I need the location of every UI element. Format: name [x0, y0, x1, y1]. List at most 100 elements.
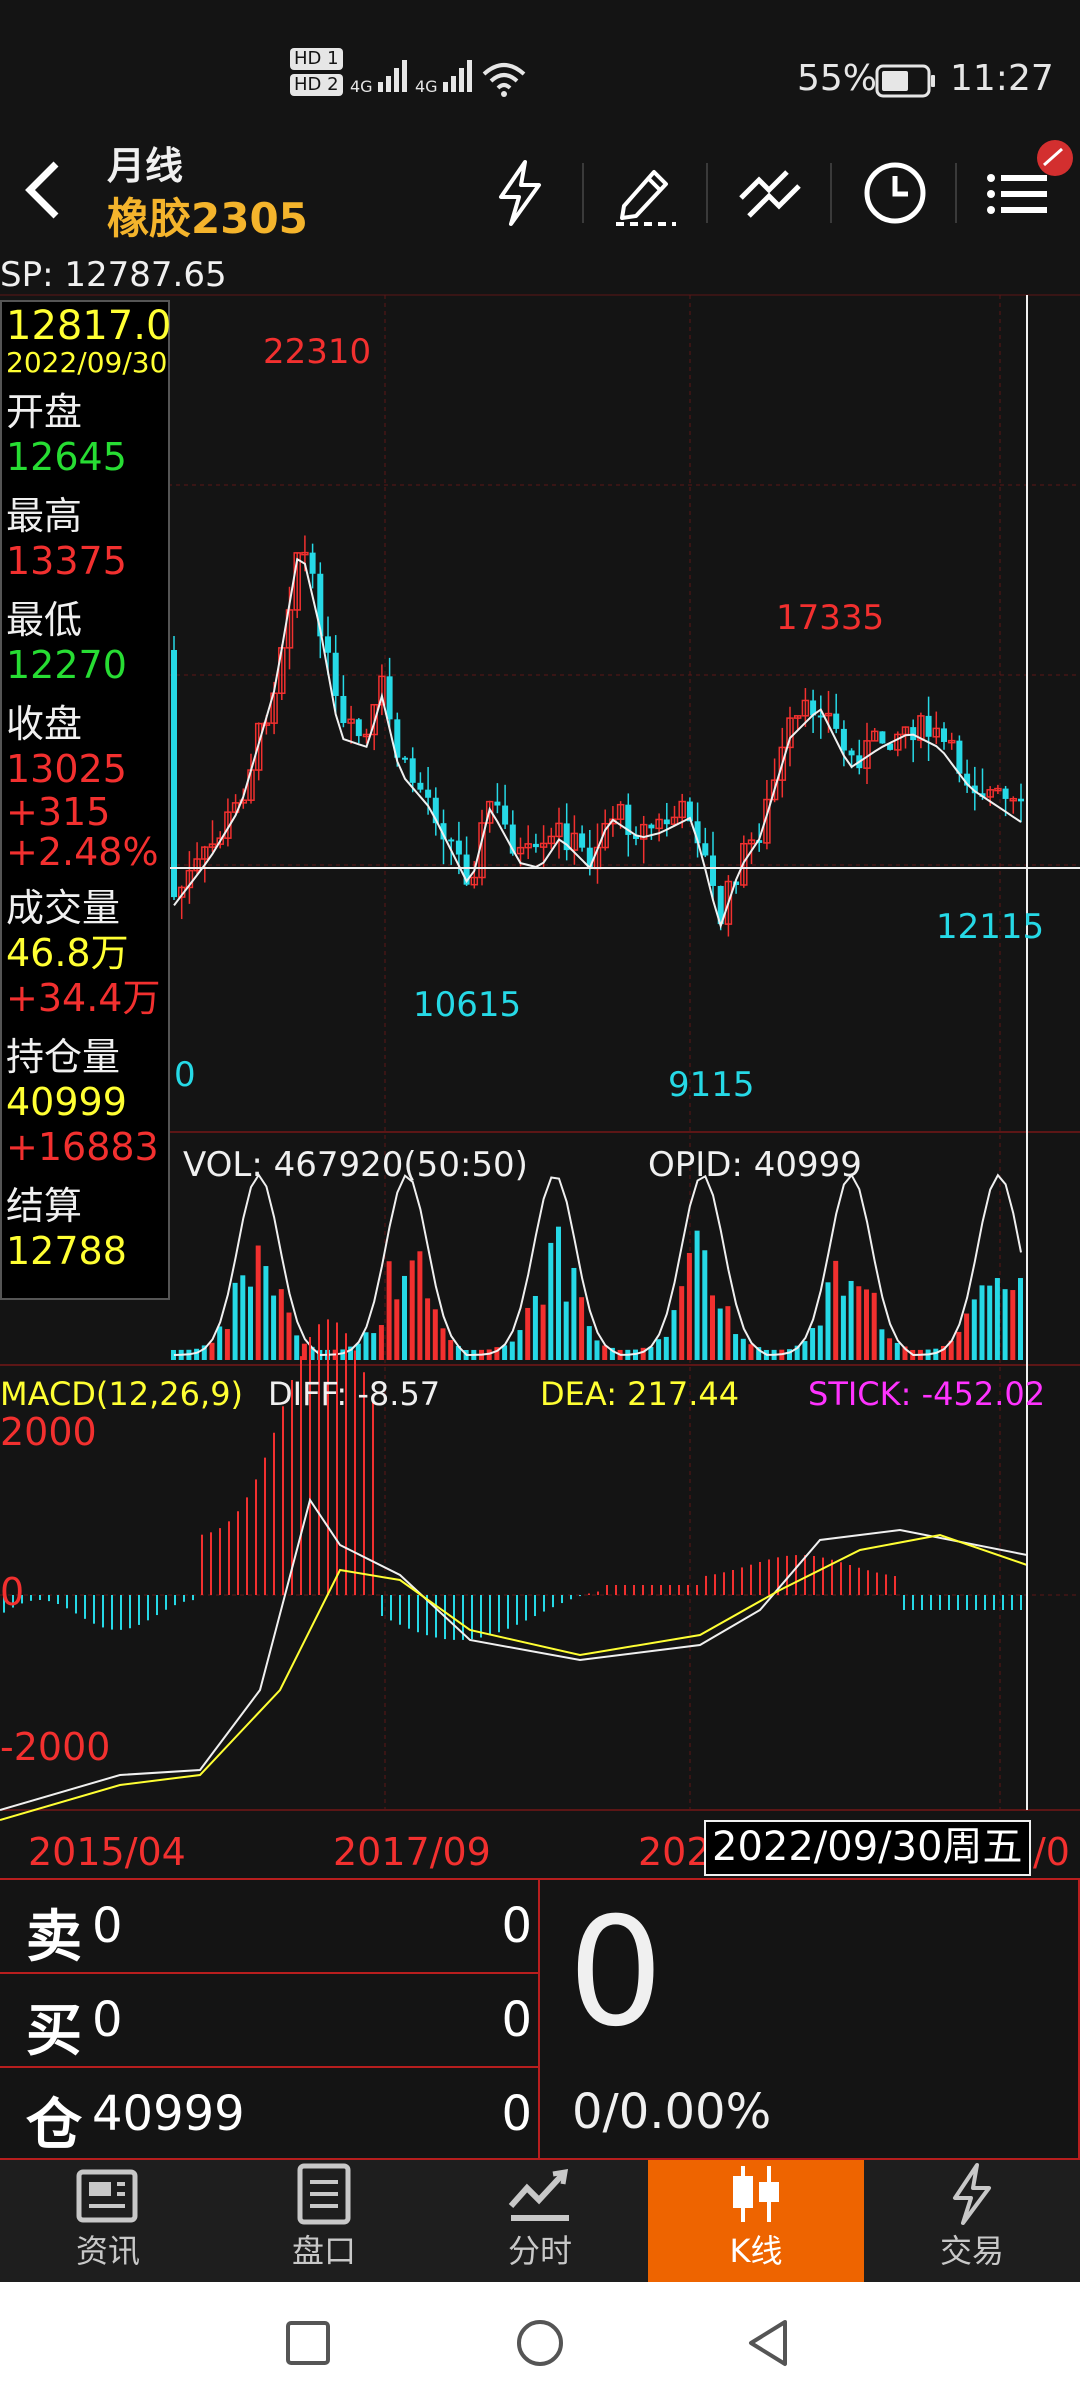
volume-bar: [240, 1275, 246, 1360]
hd2-badge: HD 2: [290, 74, 343, 96]
period-button[interactable]: [855, 153, 935, 233]
candle-body: [879, 731, 886, 744]
volume-bar: [301, 1343, 307, 1360]
notification-badge-icon: [1032, 135, 1078, 185]
nav-tab-news[interactable]: 资讯: [0, 2160, 216, 2282]
price-recent-low-label: 12115: [936, 907, 1045, 947]
candle-body: [494, 801, 501, 806]
info-date: 2022/09/30: [6, 346, 168, 379]
home-button[interactable]: [515, 2318, 565, 2372]
volume-bar: [502, 1345, 508, 1360]
date-axis-label: 202: [638, 1830, 711, 1874]
volume-bar: [663, 1336, 669, 1360]
candle-body: [425, 789, 432, 798]
wifi-icon: [482, 62, 526, 102]
candle-body: [925, 715, 932, 737]
volume-bar: [671, 1310, 677, 1360]
candle-body: [340, 695, 347, 724]
back-nav-button[interactable]: [745, 2318, 791, 2372]
status-bar: HD 1 HD 2 4G 4G 55% 11:27: [0, 0, 1080, 135]
candle-body: [417, 782, 424, 790]
order-book-icon: [297, 2163, 351, 2225]
volume-bar: [571, 1267, 577, 1360]
volume-bar: [355, 1343, 361, 1360]
volume-bar: [594, 1340, 600, 1360]
nav-tab-timeshare-label: 分时: [507, 2232, 572, 2270]
sell-row[interactable]: 卖 0 0: [0, 1880, 540, 1974]
bottom-navigation: 资讯 盘口 分时 K线 交易: [0, 2160, 1080, 2282]
flash-button[interactable]: [480, 153, 560, 233]
recent-apps-button[interactable]: [285, 2320, 331, 2370]
volume-bar: [255, 1245, 261, 1360]
nav-tab-orderbook[interactable]: 盘口: [216, 2160, 432, 2282]
volume-bar: [864, 1289, 869, 1360]
indicator-button[interactable]: [730, 153, 810, 233]
volume-bar: [548, 1242, 554, 1360]
position-value: 40999: [92, 2086, 245, 2142]
trend-lines-icon: [739, 170, 801, 218]
candle-body: [409, 758, 416, 783]
nav-tab-timeshare[interactable]: 分时: [432, 2160, 648, 2282]
candle-body: [455, 840, 462, 855]
candle-body: [332, 652, 339, 696]
nav-tab-kline[interactable]: K线: [648, 2160, 864, 2282]
header-divider: [582, 163, 584, 223]
volume-bar: [964, 1313, 970, 1360]
volume-bar: [394, 1299, 400, 1360]
open-interest-value: 40999: [6, 1080, 127, 1124]
volume-bar: [840, 1295, 846, 1360]
volume-bar: [810, 1328, 816, 1360]
sell-label: 卖: [26, 1905, 82, 1970]
candle-body: [910, 727, 917, 741]
candle-body: [386, 676, 393, 720]
signal-icon-2: 4G: [415, 58, 479, 96]
volume-bar: [748, 1344, 754, 1360]
square-icon: [286, 2321, 330, 2365]
candle-body: [532, 843, 539, 848]
buy-row[interactable]: 买 0 0: [0, 1974, 540, 2068]
battery-icon: [875, 64, 937, 102]
macd-axis-bottom: -2000: [0, 1725, 111, 1769]
price-lowest-label: 9115: [668, 1065, 755, 1105]
nav-tab-trade[interactable]: 交易: [864, 2160, 1080, 2282]
volume-bar: [271, 1295, 277, 1360]
candle-body: [941, 728, 947, 742]
candle-body: [579, 833, 586, 848]
open-interest-line: [173, 1173, 1022, 1357]
low-label: 最低: [6, 598, 83, 642]
candle-body: [702, 843, 709, 856]
high-value: 13375: [6, 539, 127, 583]
volume-bar: [694, 1230, 700, 1360]
volume-bar: [532, 1295, 538, 1360]
back-button[interactable]: [22, 150, 82, 230]
volume-bar: [371, 1333, 377, 1360]
last-price-big: 0: [568, 1886, 664, 2060]
volume-bar: [825, 1282, 831, 1360]
price-change-text: 0/0.00%: [572, 2084, 772, 2140]
volume-bar: [894, 1342, 900, 1360]
open-label: 开盘: [6, 390, 83, 434]
volume-bar: [994, 1278, 1000, 1360]
diff-line: [0, 1497, 1028, 1811]
position-row[interactable]: 仓 40999 0: [0, 2068, 540, 2160]
price-secondary-high-label: 17335: [776, 598, 885, 638]
volume-bar: [432, 1309, 438, 1360]
network-type-2: 4G: [415, 77, 438, 96]
draw-button[interactable]: [605, 153, 685, 233]
volume-bar: [602, 1345, 608, 1360]
low-value: 12270: [6, 643, 127, 687]
volume-bar: [1002, 1289, 1008, 1360]
sell-price: 0: [92, 1898, 123, 1954]
volume-bar: [956, 1331, 962, 1360]
candlestick-series: [171, 535, 1024, 937]
battery-percent: 55%: [797, 58, 878, 99]
close-label: 收盘: [6, 702, 83, 746]
date-axis-label: 2015/04: [28, 1830, 186, 1874]
volume-bar: [586, 1326, 592, 1360]
high-label: 最高: [6, 494, 83, 538]
buy-quantity: 0: [501, 1992, 532, 2048]
volume-bar: [525, 1307, 531, 1360]
candle-body: [956, 740, 963, 774]
volume-bar: [579, 1297, 585, 1360]
candle-body: [171, 650, 177, 898]
